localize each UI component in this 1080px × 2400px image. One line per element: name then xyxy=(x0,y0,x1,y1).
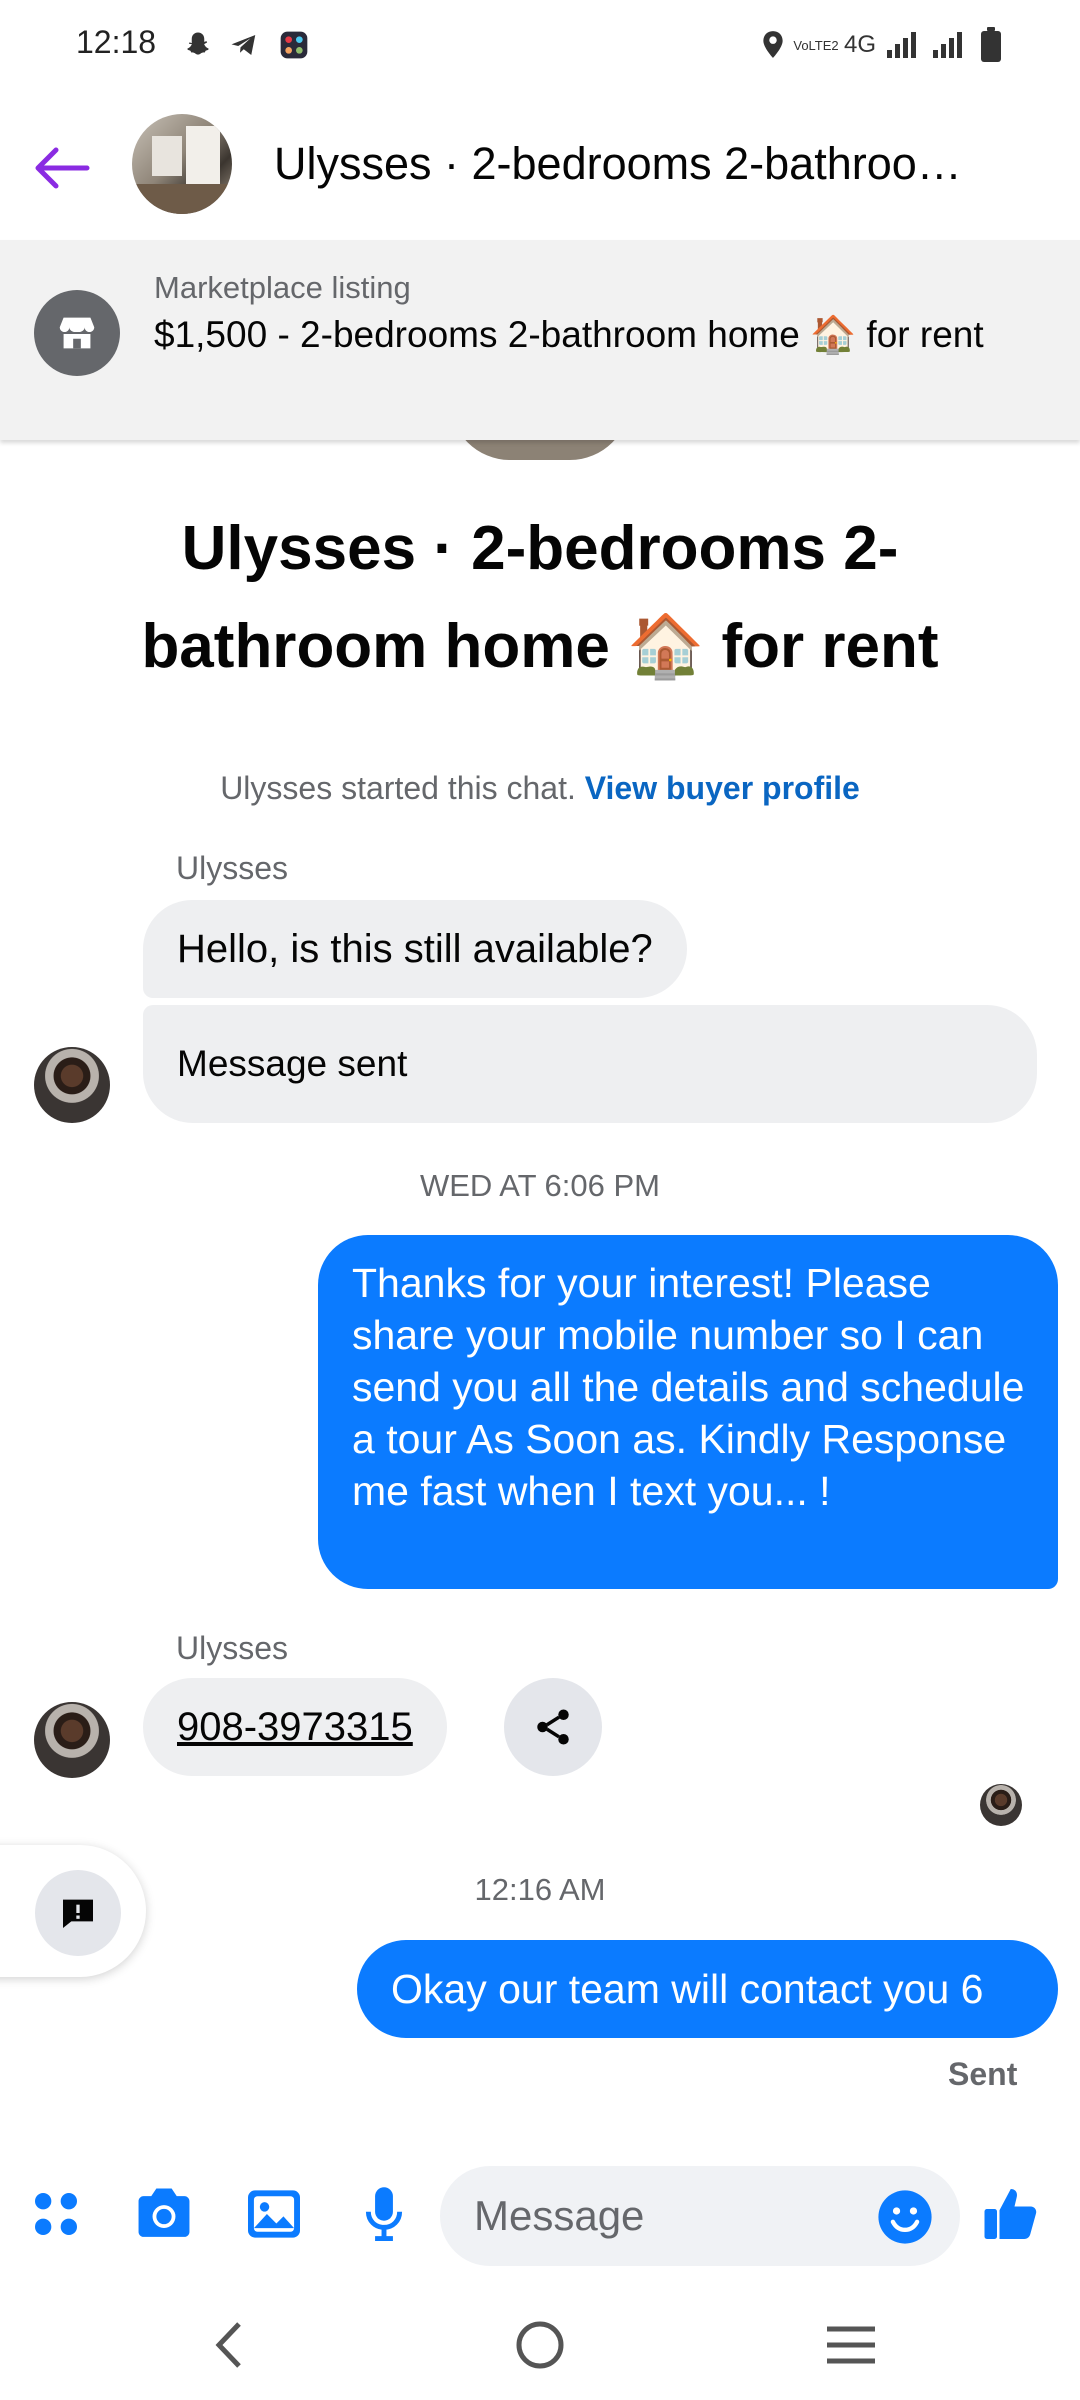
nav-back-button[interactable] xyxy=(184,2310,274,2380)
share-button[interactable] xyxy=(504,1678,602,1776)
share-icon xyxy=(537,1709,569,1745)
nav-menu-button[interactable] xyxy=(806,2310,896,2380)
phone-number-message[interactable]: 908-3973315 xyxy=(143,1678,447,1776)
listing-title: $1,500 - 2-bedrooms 2-bathroom home 🏠 fo… xyxy=(154,314,984,355)
apps-icon xyxy=(35,2193,77,2235)
chat-started-notice: Ulysses started this chat. View buyer pr… xyxy=(0,770,1080,807)
nav-home-button[interactable] xyxy=(495,2310,585,2380)
nav-back-icon xyxy=(215,2322,241,2368)
incoming-message[interactable]: Message sent xyxy=(143,1005,1037,1123)
snapchat-icon xyxy=(180,28,216,62)
gallery-button[interactable] xyxy=(238,2178,310,2250)
nav-home-icon xyxy=(516,2321,564,2369)
incoming-message[interactable]: Hello, is this still available? xyxy=(143,900,687,998)
camera-icon xyxy=(138,2188,190,2237)
gallery-icon xyxy=(248,2190,300,2238)
report-panel xyxy=(0,1845,146,1977)
message-status: Sent xyxy=(948,2056,1018,2092)
battery-icon xyxy=(976,27,1006,62)
back-arrow-icon xyxy=(35,147,90,189)
status-time: 12:18 xyxy=(76,24,157,60)
timestamp: 12:16 AM xyxy=(474,1872,606,1907)
status-bar: 12:18 VoLTE2 4G xyxy=(0,0,1080,88)
like-button[interactable] xyxy=(976,2178,1048,2250)
sender-name: Ulysses xyxy=(176,850,289,886)
timestamp: WED AT 6:06 PM xyxy=(419,1168,661,1203)
mic-icon xyxy=(365,2187,403,2241)
read-receipt-avatar xyxy=(980,1784,1022,1826)
conversation-header: Ulysses · 2-bedrooms 2-bathroo… xyxy=(0,88,1080,240)
telegram-icon xyxy=(226,28,262,62)
listing-avatar[interactable] xyxy=(132,114,232,214)
sender-avatar[interactable] xyxy=(34,1702,110,1778)
store-icon xyxy=(34,290,120,376)
marketplace-listing-banner[interactable]: Marketplace listing $1,500 - 2-bedrooms … xyxy=(0,240,1080,440)
signal-icon-2 xyxy=(928,28,968,62)
listing-label: Marketplace listing xyxy=(154,270,411,305)
composer-bar xyxy=(0,2150,1080,2290)
volte-badge: VoLTE2 xyxy=(793,28,839,62)
hero-title: Ulysses · 2-bedrooms 2-bathroom home 🏠 f… xyxy=(141,514,939,681)
outgoing-message[interactable]: Thanks for your interest! Please share y… xyxy=(318,1235,1058,1589)
apps-button[interactable] xyxy=(20,2178,92,2250)
emoji-icon xyxy=(878,2190,932,2244)
location-icon xyxy=(756,28,790,62)
conversation-title[interactable]: Ulysses · 2-bedrooms 2-bathroo… xyxy=(274,138,994,190)
mic-button[interactable] xyxy=(348,2178,420,2250)
app-icon xyxy=(276,28,312,62)
thumbs-up-icon xyxy=(984,2189,1037,2239)
network-type: 4G xyxy=(843,31,876,58)
emoji-button[interactable] xyxy=(872,2184,938,2250)
camera-button[interactable] xyxy=(128,2178,200,2250)
view-buyer-profile-link[interactable]: View buyer profile xyxy=(585,770,860,806)
started-text: Ulysses started this chat. xyxy=(220,770,576,806)
outgoing-message[interactable]: Okay our team will contact you 6 xyxy=(357,1940,1058,2038)
back-button[interactable] xyxy=(24,132,96,204)
nav-menu-icon xyxy=(827,2326,875,2364)
volte-label: VoLTE2 xyxy=(793,37,839,53)
sender-name: Ulysses xyxy=(176,1630,289,1666)
system-nav-bar xyxy=(0,2290,1080,2400)
sender-avatar[interactable] xyxy=(34,1047,110,1123)
signal-icon xyxy=(882,28,922,62)
